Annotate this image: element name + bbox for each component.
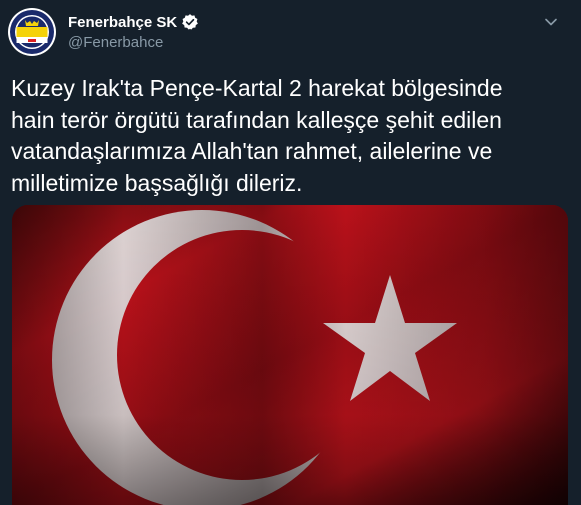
turkish-flag-image bbox=[12, 205, 568, 505]
more-options-icon[interactable] bbox=[539, 10, 563, 34]
tweet-media[interactable] bbox=[12, 205, 568, 505]
user-handle[interactable]: @Fenerbahce bbox=[68, 34, 163, 51]
avatar[interactable] bbox=[8, 8, 56, 56]
display-name[interactable]: Fenerbahçe SK bbox=[68, 14, 177, 31]
author-row: Fenerbahçe SK bbox=[68, 13, 199, 31]
tweet-card[interactable]: Fenerbahçe SK @Fenerbahce Kuzey Irak'ta … bbox=[0, 0, 581, 505]
fenerbahce-crest-icon bbox=[8, 8, 56, 56]
tweet-text: Kuzey Irak'ta Pençe-Kartal 2 harekat böl… bbox=[11, 75, 503, 196]
verified-badge-icon bbox=[181, 13, 199, 31]
